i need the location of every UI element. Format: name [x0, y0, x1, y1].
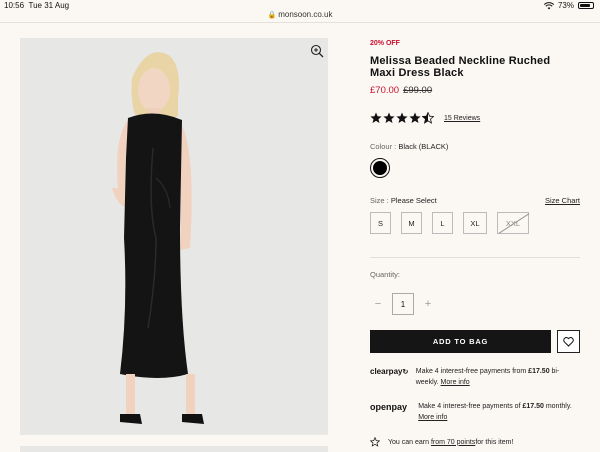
size-label-text: Size :	[370, 196, 389, 205]
heart-icon	[563, 336, 574, 347]
openpay-text: Make 4 interest-free payments of £17.50 …	[418, 402, 580, 423]
points-row: You can earn from 70 points for this ite…	[370, 437, 513, 447]
star-icon	[409, 112, 421, 123]
add-to-bag-button[interactable]: ADD TO BAG	[370, 330, 551, 353]
openpay-logo: openpay	[370, 402, 408, 412]
size-option-l[interactable]: L	[432, 212, 453, 234]
rating: 15 Reviews	[370, 112, 480, 124]
openpay-more-info-link[interactable]: More info	[418, 414, 447, 421]
size-options: S M L XL XXL	[370, 212, 529, 234]
size-option-s[interactable]: S	[370, 212, 391, 234]
clearpay-row: clearpay↻ Make 4 interest-free payments …	[370, 367, 580, 388]
secondary-product-image[interactable]	[20, 446, 328, 452]
quantity-stepper: − 1 +	[370, 293, 436, 315]
swatch-dot	[373, 161, 387, 175]
product-image[interactable]	[20, 38, 328, 435]
quantity-decrease-button[interactable]: −	[370, 298, 386, 310]
url-bar[interactable]: 🔒 monsoon.co.uk	[0, 10, 600, 21]
clearpay-more-info-link[interactable]: More info	[441, 379, 470, 386]
reviews-link[interactable]: 15 Reviews	[444, 115, 480, 122]
wishlist-button[interactable]	[557, 330, 580, 353]
clearpay-logo: clearpay↻	[370, 367, 409, 376]
size-chart-link[interactable]: Size Chart	[545, 196, 580, 205]
openpay-text-after: monthly.	[543, 403, 572, 410]
colour-value: Black (BLACK)	[398, 142, 449, 151]
openpay-row: openpay Make 4 interest-free payments of…	[370, 402, 580, 423]
battery-percent: 73%	[557, 1, 574, 10]
divider	[370, 257, 580, 258]
colour-label-text: Colour :	[370, 142, 397, 151]
points-link[interactable]: from 70 points	[431, 439, 475, 446]
price-was: £99.00	[403, 85, 433, 96]
lock-icon: 🔒	[267, 12, 277, 19]
status-time: 10:56	[4, 1, 25, 10]
wifi-icon	[543, 1, 554, 9]
star-icon	[396, 112, 408, 123]
star-rating	[370, 112, 434, 124]
url-text: monsoon.co.uk	[278, 10, 333, 19]
price-row: £70.00 £99.00	[370, 85, 432, 96]
size-option-xl[interactable]: XL	[463, 212, 487, 234]
size-option-xxl-unavailable[interactable]: XXL	[497, 212, 529, 234]
price-now: £70.00	[370, 85, 400, 96]
product-title: Melissa Beaded Neckline Ruched Maxi Dres…	[370, 55, 551, 79]
colour-label: Colour : Black (BLACK)	[370, 142, 448, 151]
openpay-text-before: Make 4 interest-free payments of	[418, 403, 523, 410]
model-illustration	[20, 38, 328, 435]
status-right: 73%	[543, 1, 594, 10]
quantity-input[interactable]: 1	[392, 293, 414, 315]
star-icon	[370, 112, 382, 123]
zoom-icon[interactable]	[310, 44, 324, 58]
status-time-date: 10:56 Tue 31 Aug	[4, 1, 69, 10]
star-icon	[383, 112, 395, 123]
size-option-m[interactable]: M	[401, 212, 422, 234]
size-label: Size : Please Select	[370, 196, 437, 205]
divider	[0, 22, 600, 23]
clearpay-text: Make 4 interest-free payments from £17.5…	[416, 367, 580, 388]
points-text-after: for this item!	[475, 438, 514, 446]
clearpay-text-before: Make 4 interest-free payments from	[415, 368, 529, 375]
size-value: Please Select	[390, 196, 437, 205]
battery-icon	[578, 2, 594, 9]
clearpay-amount: £17.50	[528, 368, 550, 375]
star-outline-icon	[370, 437, 380, 447]
clearpay-logo-text: clearpay	[370, 367, 403, 376]
quantity-increase-button[interactable]: +	[420, 298, 436, 310]
points-text-before: You can earn	[388, 438, 429, 446]
half-star-icon	[422, 112, 434, 124]
quantity-label: Quantity:	[370, 270, 401, 279]
openpay-amount: £17.50	[522, 403, 544, 410]
status-date: Tue 31 Aug	[28, 1, 70, 10]
discount-badge: 20% OFF	[370, 40, 400, 47]
colour-swatch-black[interactable]	[370, 158, 390, 178]
